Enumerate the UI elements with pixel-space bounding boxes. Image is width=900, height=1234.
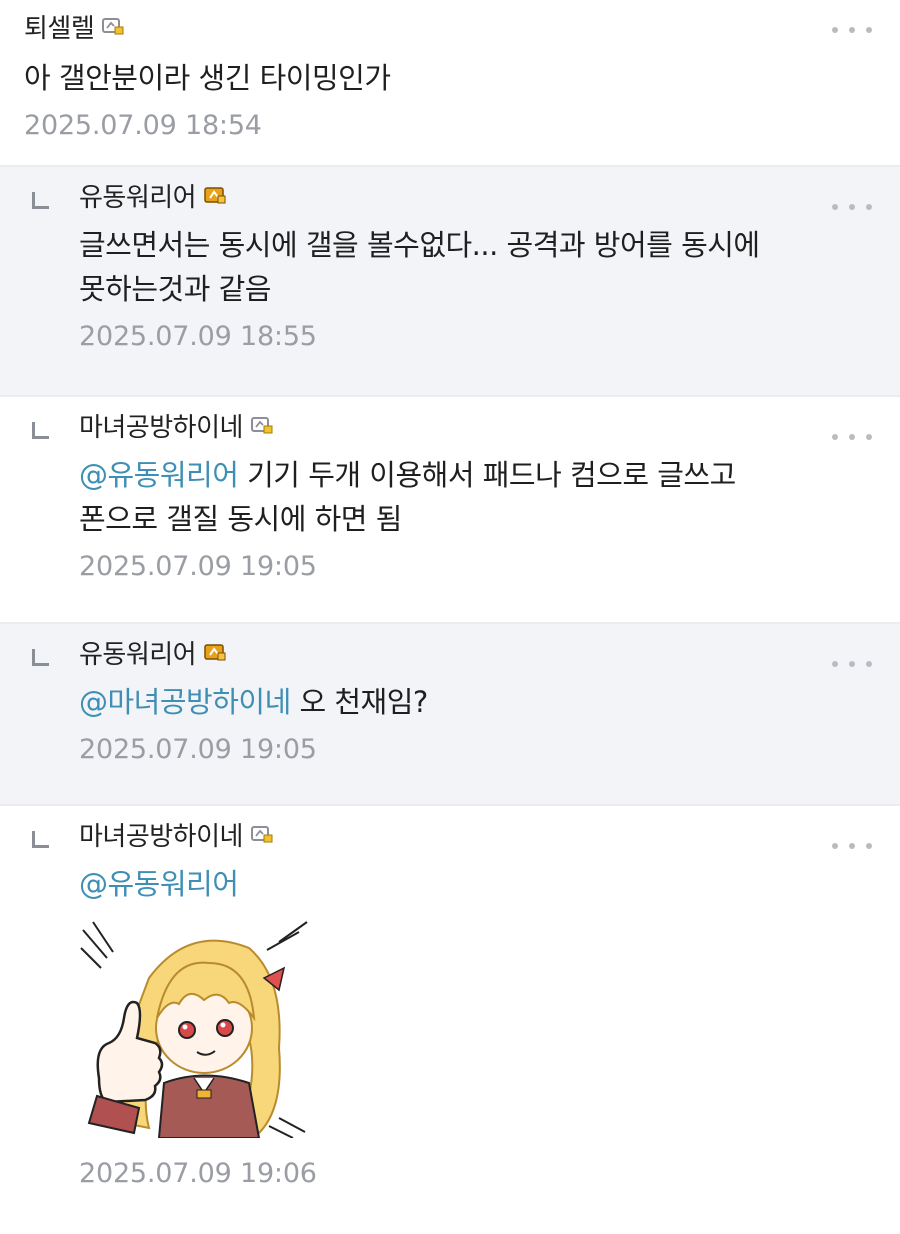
comment-text: 아 갤안분이라 생긴 타이밍인가 xyxy=(24,61,391,95)
reply-2: 마녀공방하이네 @유동워리어 기기 두개 이용해서 패드나 컴으로 글쓰고 폰으… xyxy=(0,397,900,624)
member-gold-icon xyxy=(204,644,226,661)
comment-text: @유동워리어 기기 두개 이용해서 패드나 컴으로 글쓰고 폰으로 갤질 동시에… xyxy=(79,453,900,541)
comment-header: 마녀공방하이네 xyxy=(79,816,900,853)
member-gray-icon xyxy=(102,18,124,35)
nickname[interactable]: 마녀공방하이네 xyxy=(79,407,243,444)
mention-link[interactable]: @마녀공방하이네 xyxy=(79,685,291,719)
comment-text: 글쓰면서는 동시에 갤을 볼수없다... 공격과 방어를 동시에 못하는것과 같… xyxy=(79,223,900,311)
nickname[interactable]: 퇴셀렐 xyxy=(24,8,95,45)
nickname[interactable]: 유동워리어 xyxy=(79,177,197,214)
more-options-icon[interactable] xyxy=(832,427,872,447)
comment-text-line: 못하는것과 같음 xyxy=(79,272,271,306)
comment-1: 퇴셀렐 아 갤안분이라 생긴 타이밍인가 2025.07.09 18:54 xyxy=(0,0,900,167)
more-options-icon[interactable] xyxy=(832,836,872,856)
mention-link[interactable]: @유동워리어 xyxy=(79,458,239,492)
reply-arrow-icon xyxy=(32,649,49,666)
mention-link[interactable]: @유동워리어 xyxy=(79,867,239,901)
comment-text: @마녀공방하이네 오 천재임? xyxy=(79,680,900,724)
member-gray-icon xyxy=(250,826,273,843)
timestamp: 2025.07.09 19:05 xyxy=(79,551,317,582)
more-options-icon[interactable] xyxy=(832,20,872,40)
comment-header: 유동워리어 xyxy=(79,177,900,214)
reply-arrow-icon xyxy=(32,422,49,439)
timestamp: 2025.07.09 18:54 xyxy=(24,110,262,141)
more-options-icon[interactable] xyxy=(832,197,872,217)
comment-header: 마녀공방하이네 xyxy=(79,407,900,444)
comment-text-span: 오 천재임? xyxy=(290,685,428,719)
comment-text-line: @유동워리어 기기 두개 이용해서 패드나 컴으로 글쓰고 xyxy=(79,453,900,497)
comment-text-line: 폰으로 갤질 동시에 하면 됨 xyxy=(79,502,402,536)
reply-arrow-icon xyxy=(32,831,49,848)
nickname[interactable]: 유동워리어 xyxy=(79,634,197,671)
timestamp: 2025.07.09 19:05 xyxy=(79,734,317,765)
timestamp: 2025.07.09 19:06 xyxy=(79,1158,317,1189)
comment-header: 유동워리어 xyxy=(79,634,900,671)
member-gold-icon xyxy=(204,187,226,204)
more-options-icon[interactable] xyxy=(832,654,872,674)
reply-3: 유동워리어 @마녀공방하이네 오 천재임? 2025.07.09 19:05 xyxy=(0,624,900,806)
comment-text-line: 글쓰면서는 동시에 갤을 볼수없다... 공격과 방어를 동시에 xyxy=(79,228,760,262)
comment-text: @유동워리어 xyxy=(79,862,900,906)
reply-4: 마녀공방하이네 @유동워리어 2025.07.09 19:06 xyxy=(0,806,900,1234)
reply-1: 유동워리어 글쓰면서는 동시에 갤을 볼수없다... 공격과 방어를 동시에 못… xyxy=(0,167,900,397)
comment-text-span: 기기 두개 이용해서 패드나 컴으로 글쓰고 xyxy=(238,458,736,492)
sticker-image[interactable] xyxy=(79,918,309,1138)
nickname[interactable]: 마녀공방하이네 xyxy=(79,816,243,853)
comment-header: 퇴셀렐 xyxy=(24,8,900,45)
member-gray-icon xyxy=(250,417,273,434)
timestamp: 2025.07.09 18:55 xyxy=(79,321,317,352)
reply-arrow-icon xyxy=(32,192,49,209)
